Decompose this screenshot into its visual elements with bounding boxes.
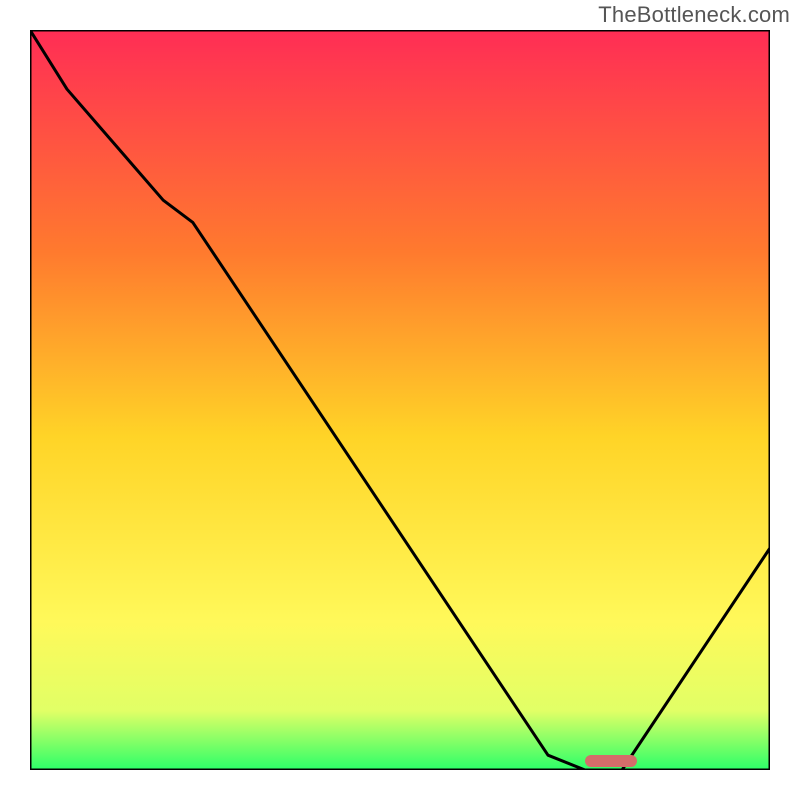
watermark-text: TheBottleneck.com — [598, 2, 790, 28]
gradient-background — [30, 30, 770, 770]
bottleneck-chart — [30, 30, 770, 770]
optimal-range-marker — [585, 755, 637, 767]
